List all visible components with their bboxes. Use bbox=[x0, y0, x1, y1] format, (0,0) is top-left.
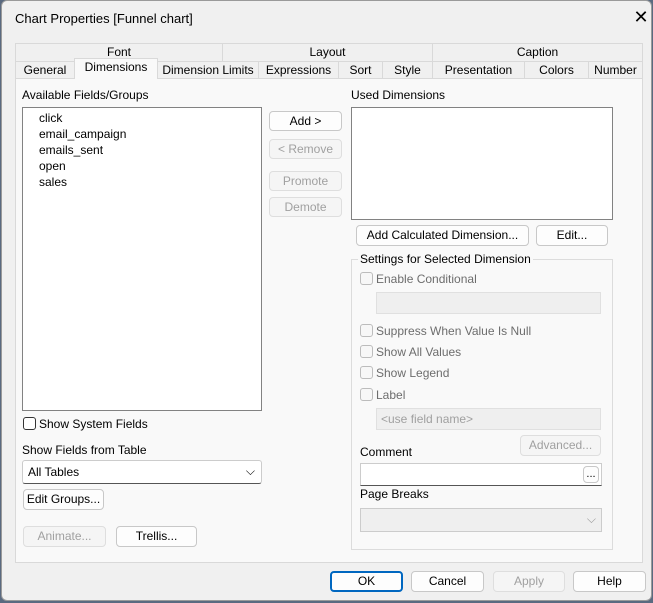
show-system-fields-checkbox[interactable] bbox=[23, 417, 36, 430]
list-item[interactable]: open bbox=[39, 159, 66, 173]
demote-button[interactable]: Demote bbox=[269, 197, 342, 217]
chevron-down-icon: ⌵ bbox=[586, 512, 596, 526]
conditional-input[interactable] bbox=[376, 292, 601, 314]
tab-style[interactable]: Style bbox=[382, 61, 433, 79]
promote-button[interactable]: Promote bbox=[269, 171, 342, 191]
list-item[interactable]: sales bbox=[39, 175, 67, 189]
label-checkbox[interactable] bbox=[360, 388, 373, 401]
tab-general[interactable]: General bbox=[15, 61, 75, 79]
table-select[interactable]: All Tables ⌵ bbox=[22, 460, 262, 484]
used-dimensions-list[interactable] bbox=[351, 107, 613, 220]
dialog-title: Chart Properties [Funnel chart] bbox=[15, 11, 193, 26]
ok-button[interactable]: OK bbox=[330, 571, 403, 592]
tab-dimensions[interactable]: Dimensions bbox=[74, 58, 158, 79]
help-button[interactable]: Help bbox=[573, 571, 646, 592]
trellis-button[interactable]: Trellis... bbox=[116, 526, 197, 547]
show-system-fields-label: Show System Fields bbox=[39, 417, 148, 431]
settings-title: Settings for Selected Dimension bbox=[358, 252, 533, 266]
add-calculated-dimension-button[interactable]: Add Calculated Dimension... bbox=[356, 225, 529, 246]
chevron-down-icon: ⌵ bbox=[245, 464, 255, 478]
show-legend-checkbox[interactable] bbox=[360, 366, 373, 379]
show-fields-from-table-label: Show Fields from Table bbox=[22, 443, 147, 457]
apply-button[interactable]: Apply bbox=[493, 571, 565, 592]
edit-groups-button[interactable]: Edit Groups... bbox=[23, 489, 104, 510]
page-breaks-select[interactable]: ⌵ bbox=[360, 508, 602, 532]
add-button[interactable]: Add > bbox=[269, 111, 342, 131]
page-breaks-label: Page Breaks bbox=[360, 487, 429, 501]
animate-button[interactable]: Animate... bbox=[23, 526, 106, 547]
show-legend-label: Show Legend bbox=[376, 366, 450, 380]
chart-properties-dialog: Chart Properties [Funnel chart] ✕ Font L… bbox=[1, 0, 652, 601]
comment-label: Comment bbox=[360, 445, 413, 459]
tab-number[interactable]: Number bbox=[588, 61, 643, 79]
close-icon[interactable]: ✕ bbox=[631, 6, 651, 28]
available-fields-list[interactable]: click email_campaign emails_sent open sa… bbox=[22, 107, 262, 411]
list-item[interactable]: click bbox=[39, 111, 62, 125]
tab-sort[interactable]: Sort bbox=[338, 61, 383, 79]
suppress-null-label: Suppress When Value Is Null bbox=[376, 324, 532, 338]
tab-expressions[interactable]: Expressions bbox=[258, 61, 339, 79]
tab-layout[interactable]: Layout bbox=[222, 43, 433, 61]
tab-caption[interactable]: Caption bbox=[432, 43, 643, 61]
used-dimensions-label: Used Dimensions bbox=[351, 88, 446, 102]
comment-input[interactable] bbox=[360, 463, 602, 486]
available-fields-label: Available Fields/Groups bbox=[22, 88, 149, 102]
cancel-button[interactable]: Cancel bbox=[411, 571, 484, 592]
tab-colors[interactable]: Colors bbox=[524, 61, 589, 79]
comment-expression-button[interactable]: ... bbox=[583, 466, 599, 483]
remove-button[interactable]: < Remove bbox=[269, 139, 342, 159]
show-all-values-checkbox[interactable] bbox=[360, 345, 373, 358]
enable-conditional-checkbox[interactable] bbox=[360, 272, 373, 285]
tab-presentation[interactable]: Presentation bbox=[432, 61, 525, 79]
list-item[interactable]: email_campaign bbox=[39, 127, 126, 141]
edit-button[interactable]: Edit... bbox=[536, 225, 608, 246]
tab-dimension-limits[interactable]: Dimension Limits bbox=[157, 61, 259, 79]
show-all-values-label: Show All Values bbox=[376, 345, 462, 359]
table-select-value: All Tables bbox=[28, 465, 80, 479]
list-item[interactable]: emails_sent bbox=[39, 143, 103, 157]
label-input[interactable]: <use field name> bbox=[376, 408, 601, 430]
advanced-button[interactable]: Advanced... bbox=[520, 435, 601, 456]
enable-conditional-label: Enable Conditional bbox=[376, 272, 477, 286]
label-label: Label bbox=[376, 388, 406, 402]
suppress-null-checkbox[interactable] bbox=[360, 324, 373, 337]
